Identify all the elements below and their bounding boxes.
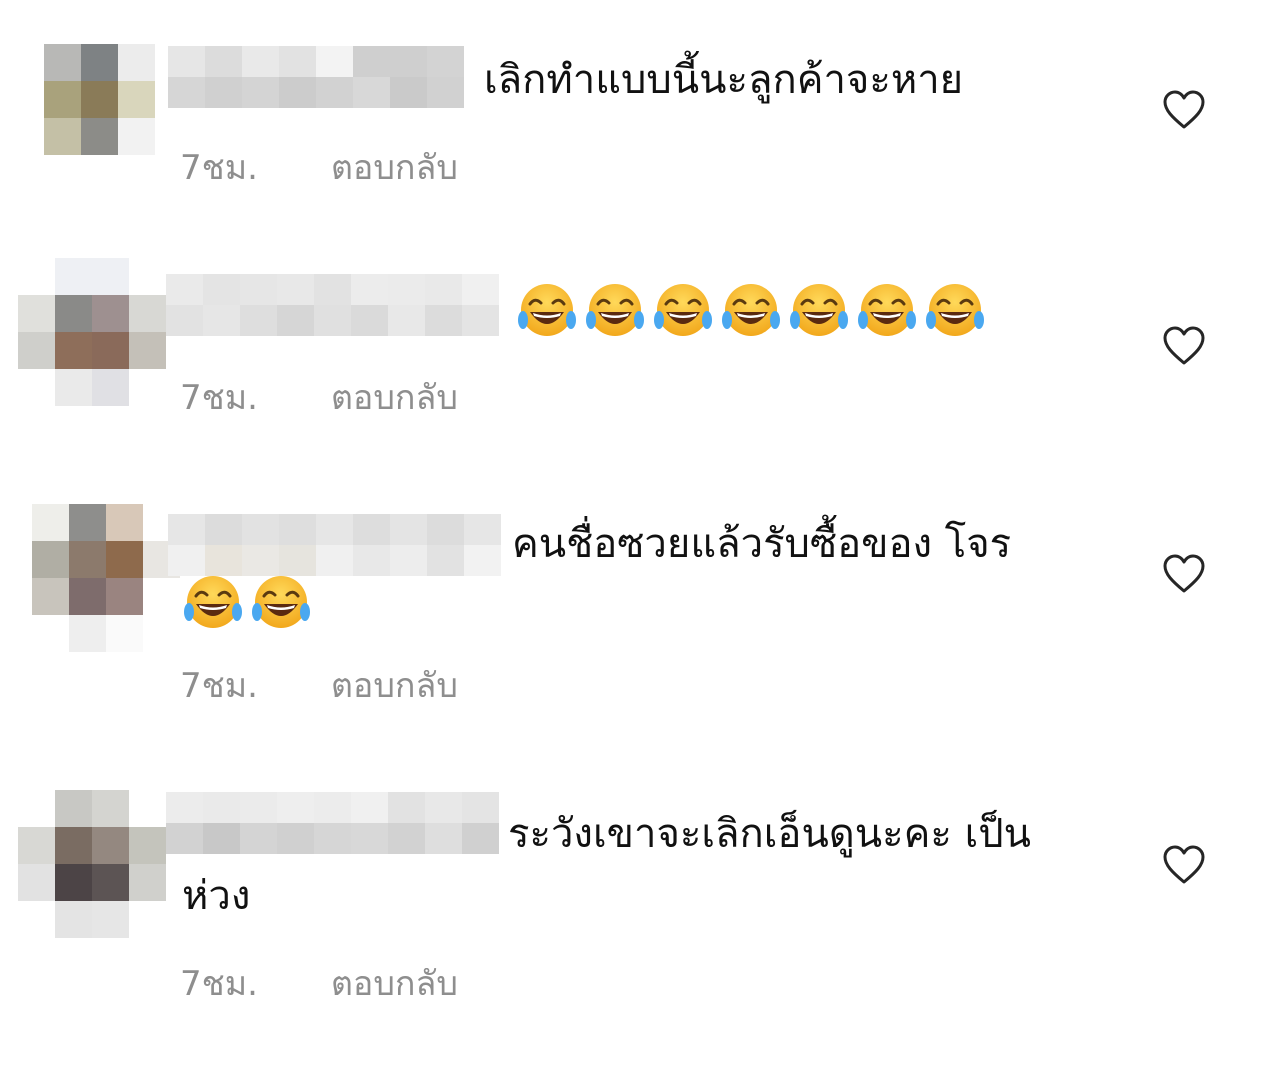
comment-meta: 7ชม. ตอบกลับ: [180, 140, 458, 194]
comment-meta: 7ชม. ตอบกลับ: [180, 658, 458, 712]
heart-outline-icon[interactable]: [1162, 90, 1206, 130]
face-with-tears-of-joy-icon: [722, 284, 780, 336]
face-with-tears-of-joy-icon: [586, 284, 644, 336]
face-with-tears-of-joy-icon: [252, 576, 310, 628]
reply-button[interactable]: ตอบกลับ: [331, 964, 458, 1004]
comment-time: 7ชม.: [180, 148, 258, 188]
avatar[interactable]: [18, 258, 166, 406]
emoji-row: [184, 574, 310, 632]
comment-meta: 7ชม. ตอบกลับ: [180, 370, 458, 424]
comment-meta: 7ชม. ตอบกลับ: [180, 956, 458, 1010]
username-blurred[interactable]: [168, 514, 501, 576]
face-with-tears-of-joy-icon: [926, 284, 984, 336]
face-with-tears-of-joy-icon: [518, 284, 576, 336]
comment-time: 7ชม.: [180, 378, 258, 418]
heart-outline-icon[interactable]: [1162, 845, 1206, 885]
comment-text-continued: ห่วง: [182, 873, 251, 919]
reply-button[interactable]: ตอบกลับ: [331, 378, 458, 418]
comment-text: เลิกทำแบบนี้นะลูกค้าจะหาย: [484, 57, 964, 103]
comment-time: 7ชม.: [180, 666, 258, 706]
avatar[interactable]: [18, 790, 166, 938]
emoji-row: [518, 282, 984, 340]
face-with-tears-of-joy-icon: [790, 284, 848, 336]
username-blurred[interactable]: [166, 274, 499, 336]
reply-button[interactable]: ตอบกลับ: [331, 666, 458, 706]
comment-text: คนชื่อซวยแล้วรับซื้อของ โจร: [512, 521, 1012, 567]
reply-button[interactable]: ตอบกลับ: [331, 148, 458, 188]
avatar[interactable]: [32, 504, 180, 652]
face-with-tears-of-joy-icon: [184, 576, 242, 628]
heart-outline-icon[interactable]: [1162, 554, 1206, 594]
face-with-tears-of-joy-icon: [654, 284, 712, 336]
face-with-tears-of-joy-icon: [858, 284, 916, 336]
heart-outline-icon[interactable]: [1162, 326, 1206, 366]
username-blurred[interactable]: [166, 792, 499, 854]
avatar[interactable]: [44, 44, 155, 155]
comment-text: ระวังเขาจะเลิกเอ็นดูนะคะ เป็น: [508, 811, 1031, 857]
comment-time: 7ชม.: [180, 964, 258, 1004]
username-blurred[interactable]: [168, 46, 464, 108]
